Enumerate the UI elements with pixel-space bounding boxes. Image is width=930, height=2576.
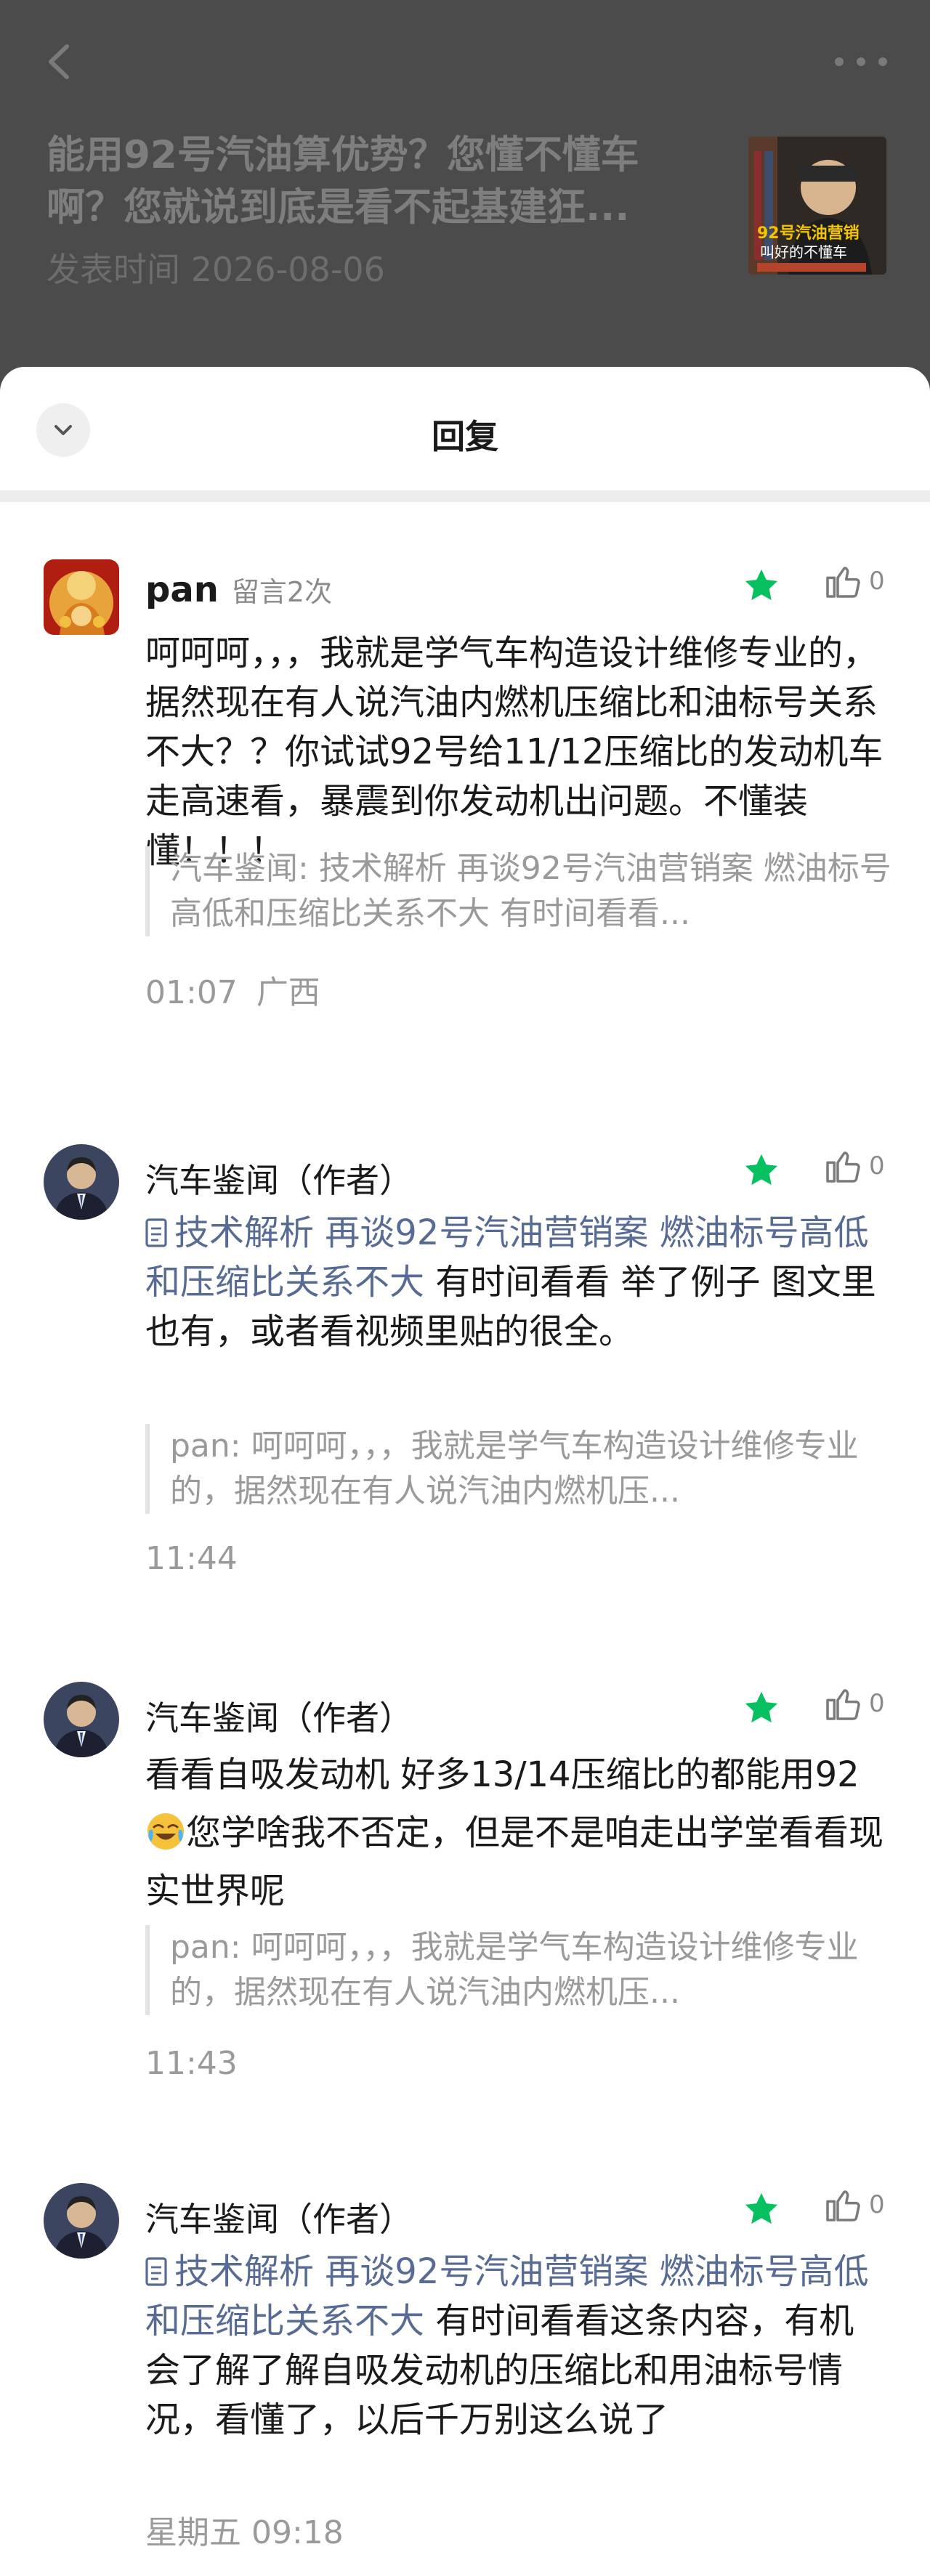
commenter-name[interactable]: 汽车鉴闻（作者） bbox=[145, 1692, 413, 1740]
comment-header: 汽车鉴闻（作者） bbox=[145, 1154, 413, 1200]
thumbs-up-icon bbox=[826, 1689, 860, 1720]
article-thumbnail[interactable]: 92号汽油营销 叫好的不懂车 bbox=[748, 137, 886, 275]
more-button[interactable] bbox=[828, 44, 894, 80]
star-icon bbox=[745, 569, 778, 601]
avatar[interactable] bbox=[44, 1682, 119, 1757]
star-icon bbox=[745, 1691, 778, 1723]
avatar[interactable] bbox=[44, 1144, 119, 1220]
section-divider bbox=[0, 490, 930, 502]
comment-body: 呵呵呵，，，我就是学气车构造设计维修专业的，据然现在有人说汽油内燃机压缩比和油标… bbox=[145, 633, 884, 871]
quoted-reply[interactable]: pan: 呵呵呵，，，我就是学气车构造设计维修专业的，据然现在有人说汽油内燃机压… bbox=[145, 1925, 897, 2015]
avatar[interactable] bbox=[44, 2183, 119, 2259]
commenter-name[interactable]: pan bbox=[145, 570, 219, 610]
like-count: 0 bbox=[869, 2190, 885, 2219]
star-button[interactable] bbox=[741, 1150, 782, 1191]
like-button[interactable] bbox=[822, 2184, 863, 2228]
star-button[interactable] bbox=[741, 565, 782, 606]
back-arrow-icon bbox=[49, 44, 69, 79]
article-header: 能用92号汽油算优势？您懂不懂车啊？您就说到底是看不起基建狂... 发表时间 2… bbox=[0, 0, 930, 385]
quoted-reply[interactable]: 汽车鉴闻: 技术解析 再谈92号汽油营销案 燃油标号高低和压缩比关系不大 有时间… bbox=[145, 846, 897, 936]
document-icon bbox=[145, 1218, 167, 1247]
comment-header: pan 留言2次 bbox=[145, 570, 332, 613]
comment-body: 技术解析 再谈92号汽油营销案 燃油标号高低和压缩比关系不大 有时间看看 举了例… bbox=[145, 1208, 886, 1356]
thumbs-up-icon bbox=[826, 2190, 860, 2221]
star-button[interactable] bbox=[741, 2189, 782, 2229]
like-button[interactable] bbox=[822, 1146, 863, 1189]
back-button[interactable] bbox=[38, 36, 81, 87]
svg-text:叫好的不懂车: 叫好的不懂车 bbox=[760, 243, 847, 261]
commenter-name[interactable]: 汽车鉴闻（作者） bbox=[145, 1154, 413, 1202]
comment-time: 01:07 bbox=[145, 974, 238, 1011]
svg-text:92号汽油营销: 92号汽油营销 bbox=[757, 224, 860, 243]
sheet-header: 回复 bbox=[0, 367, 930, 490]
star-button[interactable] bbox=[741, 1688, 782, 1728]
comment-time: 11:43 bbox=[145, 2045, 238, 2082]
publish-date: 发表时间 2026-08-06 bbox=[46, 250, 385, 289]
comment-meta: 星期五 09:18 bbox=[145, 2506, 344, 2553]
more-icon bbox=[835, 57, 887, 66]
thumbs-up-icon bbox=[826, 1151, 860, 1183]
like-button[interactable] bbox=[822, 1683, 863, 1727]
avatar[interactable] bbox=[44, 559, 119, 635]
comment-text-continued: 您学啥我不否定，但是不是咱走出学堂看看现实世界呢 bbox=[145, 1812, 884, 1911]
crying-laughing-emoji-icon bbox=[147, 1813, 184, 1850]
comment-header: 汽车鉴闻（作者） bbox=[145, 1692, 413, 1738]
like-count: 0 bbox=[869, 567, 885, 596]
comment-count-badge: 留言2次 bbox=[231, 576, 333, 608]
like-button[interactable] bbox=[822, 561, 863, 604]
article-title[interactable]: 能用92号汽油算优势？您懂不懂车啊？您就说到底是看不起基建狂... bbox=[46, 129, 715, 234]
comment-time: 11:44 bbox=[145, 1540, 238, 1577]
comment-location: 广西 bbox=[256, 974, 320, 1011]
document-icon bbox=[145, 2257, 167, 2286]
commenter-name[interactable]: 汽车鉴闻（作者） bbox=[145, 2193, 413, 2241]
sheet-title: 回复 bbox=[432, 417, 498, 456]
comment-body: 技术解析 再谈92号汽油营销案 燃油标号高低和压缩比关系不大 有时间看看这条内容… bbox=[145, 2247, 886, 2445]
comment-meta: 01:07 广西 bbox=[145, 966, 320, 1013]
star-icon bbox=[745, 1154, 778, 1186]
thumbs-up-icon bbox=[826, 567, 860, 598]
comment-header: 汽车鉴闻（作者） bbox=[145, 2193, 413, 2239]
comment-body: 看看自吸发动机 好多13/14压缩比的都能用92 您学啥我不否定，但是不是咱走出学… bbox=[145, 1746, 886, 1920]
comment-meta: 11:44 bbox=[145, 1540, 238, 1577]
star-icon bbox=[745, 2192, 778, 2224]
reply-sheet: 回复 pan 留言2次 0 呵呵呵，，，我就是学气车构造设计维修专业的，据然现在… bbox=[0, 367, 930, 2576]
comment-meta: 11:43 bbox=[145, 2045, 238, 2082]
like-count: 0 bbox=[869, 1151, 885, 1180]
quoted-reply[interactable]: pan: 呵呵呵，，，我就是学气车构造设计维修专业的，据然现在有人说汽油内燃机压… bbox=[145, 1424, 897, 1514]
comment-time: 星期五 09:18 bbox=[145, 2514, 344, 2551]
comment-text: 看看自吸发动机 好多13/14压缩比的都能用92 bbox=[145, 1754, 860, 1795]
like-count: 0 bbox=[869, 1689, 885, 1718]
